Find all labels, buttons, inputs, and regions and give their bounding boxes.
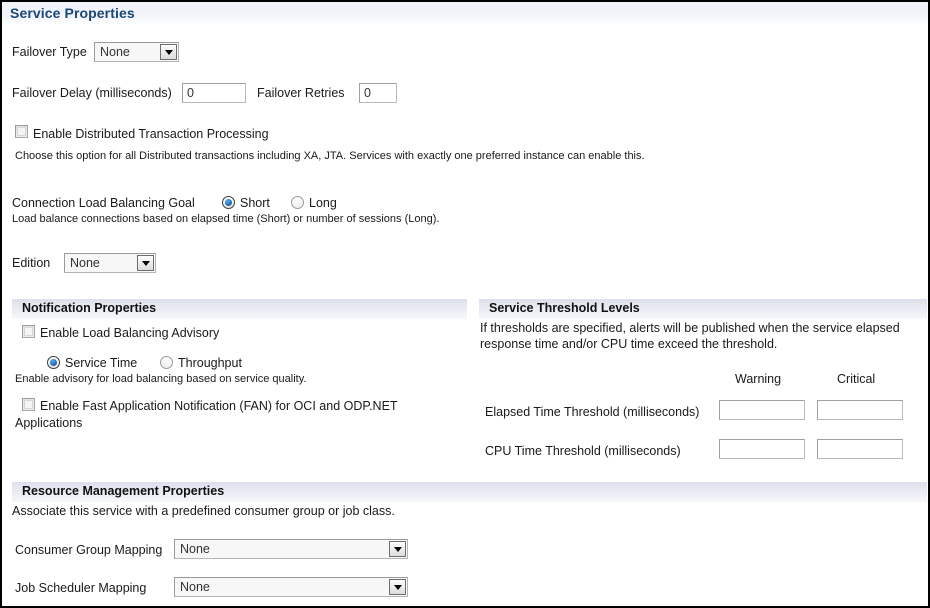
advisory-hint-text: Enable advisory for load balancing based… — [15, 373, 306, 385]
failover-retries-input[interactable]: 0 — [359, 83, 397, 103]
chevron-down-icon[interactable] — [160, 44, 177, 60]
elapsed-time-threshold-label: Elapsed Time Threshold (milliseconds) — [485, 405, 699, 419]
dtp-hint-text: Choose this option for all Distributed t… — [15, 150, 645, 162]
enable-distributed-transaction-processing-label: Enable Distributed Transaction Processin… — [33, 127, 269, 141]
enable-load-balancing-advisory-label: Enable Load Balancing Advisory — [40, 326, 219, 340]
job-scheduler-mapping-value: None — [180, 580, 210, 594]
enable-fan-label-line2: Applications — [15, 416, 82, 430]
edition-select[interactable]: None — [64, 253, 156, 273]
service-properties-panel: Service Properties Failover Type None Fa… — [0, 0, 930, 608]
service-threshold-levels-section-header: Service Threshold Levels — [479, 299, 927, 319]
job-scheduler-mapping-select[interactable]: None — [174, 577, 408, 597]
resource-management-properties-section-header: Resource Management Properties — [12, 482, 927, 502]
advisory-throughput-radio[interactable] — [160, 356, 173, 369]
resource-management-description: Associate this service with a predefined… — [12, 504, 395, 518]
failover-retries-label: Failover Retries — [257, 86, 345, 100]
cpu-time-threshold-critical-input[interactable] — [817, 439, 903, 459]
load-balancing-hint-text: Load balance connections based on elapse… — [12, 213, 439, 225]
notification-properties-section-header: Notification Properties — [12, 299, 467, 319]
load-balancing-goal-short-label: Short — [240, 196, 270, 210]
consumer-group-mapping-value: None — [180, 542, 210, 556]
failover-type-label: Failover Type — [12, 45, 87, 59]
connection-load-balancing-goal-label: Connection Load Balancing Goal — [12, 196, 195, 210]
load-balancing-goal-short-radio[interactable] — [222, 196, 235, 209]
job-scheduler-mapping-label: Job Scheduler Mapping — [15, 581, 146, 595]
failover-type-value: None — [100, 45, 130, 59]
advisory-service-time-label: Service Time — [65, 356, 137, 370]
failover-type-select[interactable]: None — [94, 42, 179, 62]
notification-properties-title: Notification Properties — [22, 301, 156, 315]
service-threshold-levels-title: Service Threshold Levels — [489, 301, 640, 315]
resource-management-properties-title: Resource Management Properties — [22, 484, 224, 498]
load-balancing-goal-long-label: Long — [309, 196, 337, 210]
advisory-service-time-radio[interactable] — [47, 356, 60, 369]
edition-label: Edition — [12, 256, 50, 270]
chevron-down-icon[interactable] — [389, 579, 406, 595]
enable-fan-checkbox[interactable] — [22, 398, 35, 411]
page-title: Service Properties — [10, 5, 135, 21]
threshold-column-warning: Warning — [735, 372, 781, 386]
threshold-description-line1: If thresholds are specified, alerts will… — [480, 321, 900, 335]
edition-value: None — [70, 256, 100, 270]
enable-distributed-transaction-processing-checkbox[interactable] — [15, 125, 28, 138]
failover-delay-label: Failover Delay (milliseconds) — [12, 86, 172, 100]
chevron-down-icon[interactable] — [137, 255, 154, 271]
enable-load-balancing-advisory-checkbox[interactable] — [22, 325, 35, 338]
threshold-description-line2: response time and/or CPU time exceed the… — [480, 337, 777, 351]
failover-retries-value: 0 — [364, 86, 371, 100]
chevron-down-icon[interactable] — [389, 541, 406, 557]
title-bar — [2, 2, 928, 26]
failover-delay-value: 0 — [187, 86, 194, 100]
elapsed-time-threshold-warning-input[interactable] — [719, 400, 805, 420]
advisory-throughput-label: Throughput — [178, 356, 242, 370]
threshold-column-critical: Critical — [837, 372, 875, 386]
enable-fan-label-line1: Enable Fast Application Notification (FA… — [40, 399, 398, 413]
consumer-group-mapping-label: Consumer Group Mapping — [15, 543, 162, 557]
elapsed-time-threshold-critical-input[interactable] — [817, 400, 903, 420]
cpu-time-threshold-label: CPU Time Threshold (milliseconds) — [485, 444, 681, 458]
load-balancing-goal-long-radio[interactable] — [291, 196, 304, 209]
consumer-group-mapping-select[interactable]: None — [174, 539, 408, 559]
cpu-time-threshold-warning-input[interactable] — [719, 439, 805, 459]
failover-delay-input[interactable]: 0 — [182, 83, 246, 103]
